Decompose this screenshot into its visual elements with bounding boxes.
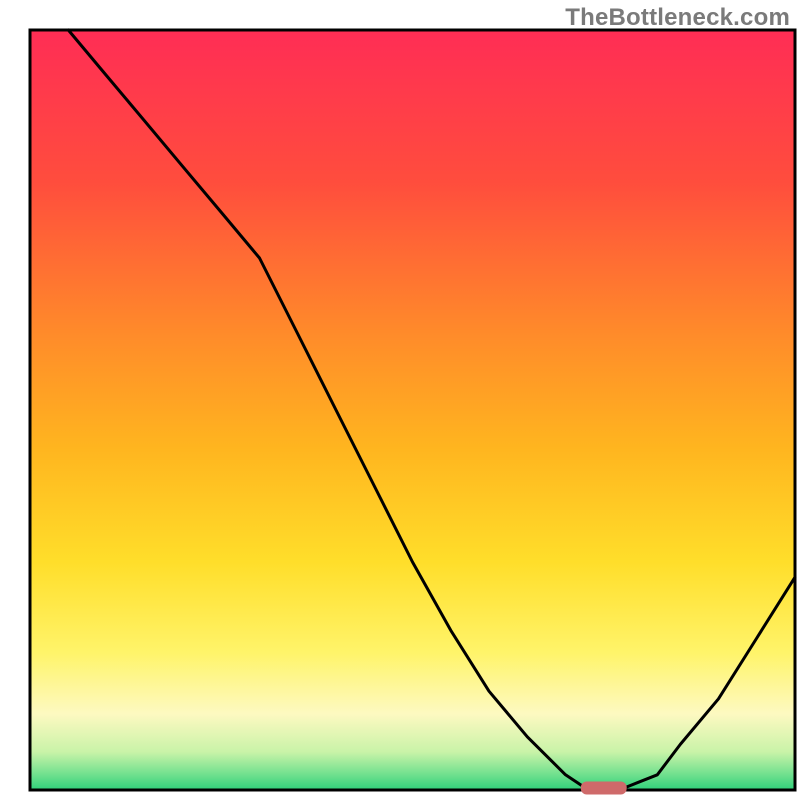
chart-stage: TheBottleneck.com (0, 0, 800, 800)
plot-background (30, 30, 795, 790)
optimal-marker (581, 782, 627, 795)
chart-svg (0, 0, 800, 800)
